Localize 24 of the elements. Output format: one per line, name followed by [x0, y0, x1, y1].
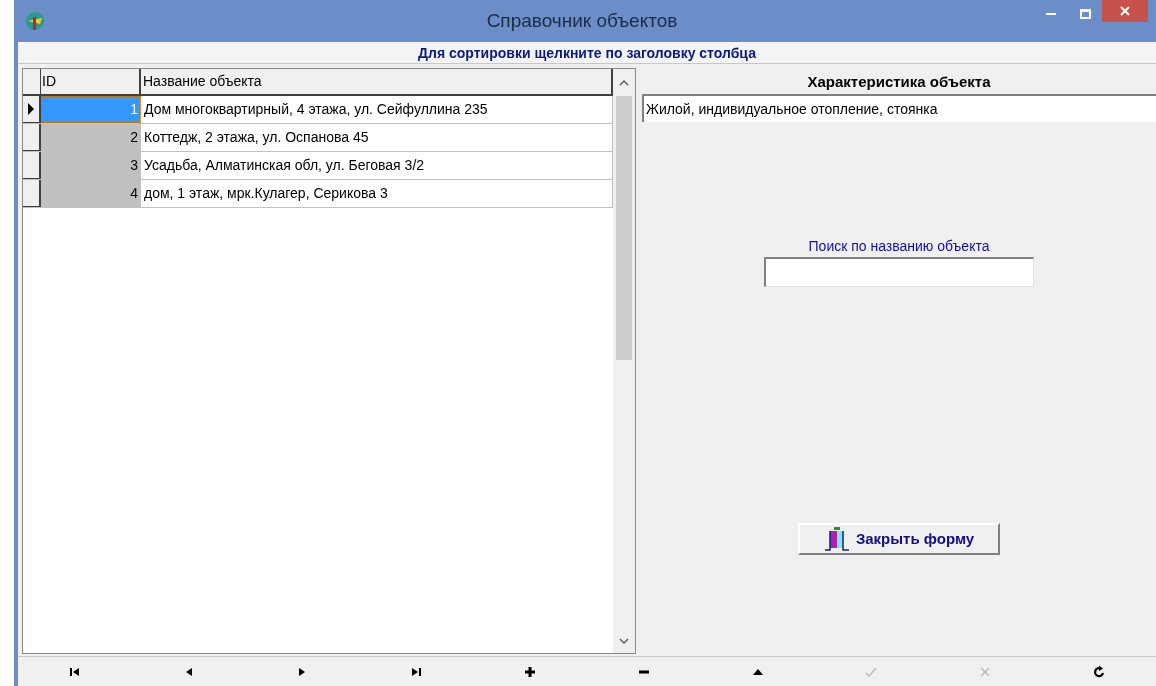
chevron-up-icon — [619, 79, 629, 86]
window-title: Справочник объектов — [485, 8, 679, 33]
search-field[interactable] — [764, 257, 1034, 287]
app-icon — [24, 10, 46, 32]
sort-hint: Для сортировки щелкните по заголовку столбца — [18, 42, 1156, 64]
table-cell: 1 — [41, 96, 141, 123]
row-indicator[interactable] — [23, 96, 41, 123]
door-icon — [823, 526, 850, 552]
close-button[interactable] — [1102, 0, 1148, 22]
row-indicator[interactable] — [23, 124, 41, 151]
scrollbar[interactable] — [613, 69, 635, 653]
pointer-icon — [27, 102, 35, 116]
search-label: Поиск по названию объекта — [808, 237, 990, 256]
row-indicator[interactable] — [23, 152, 41, 179]
close-icon — [1119, 5, 1131, 17]
table-cell: 2 — [41, 124, 141, 151]
panel-title: Характеристика объекта — [806, 71, 992, 92]
close-form-button[interactable]: Закрыть форму — [798, 523, 1000, 555]
chevron-down-icon — [619, 638, 629, 644]
column-header[interactable]: ID — [41, 69, 141, 94]
table-cell: 4 — [41, 180, 141, 207]
row-indicator[interactable] — [23, 180, 41, 207]
details-field[interactable]: Жилой, индивидуальное отопление, стоянка — [642, 94, 1156, 122]
table-cell: 3 — [41, 152, 141, 179]
